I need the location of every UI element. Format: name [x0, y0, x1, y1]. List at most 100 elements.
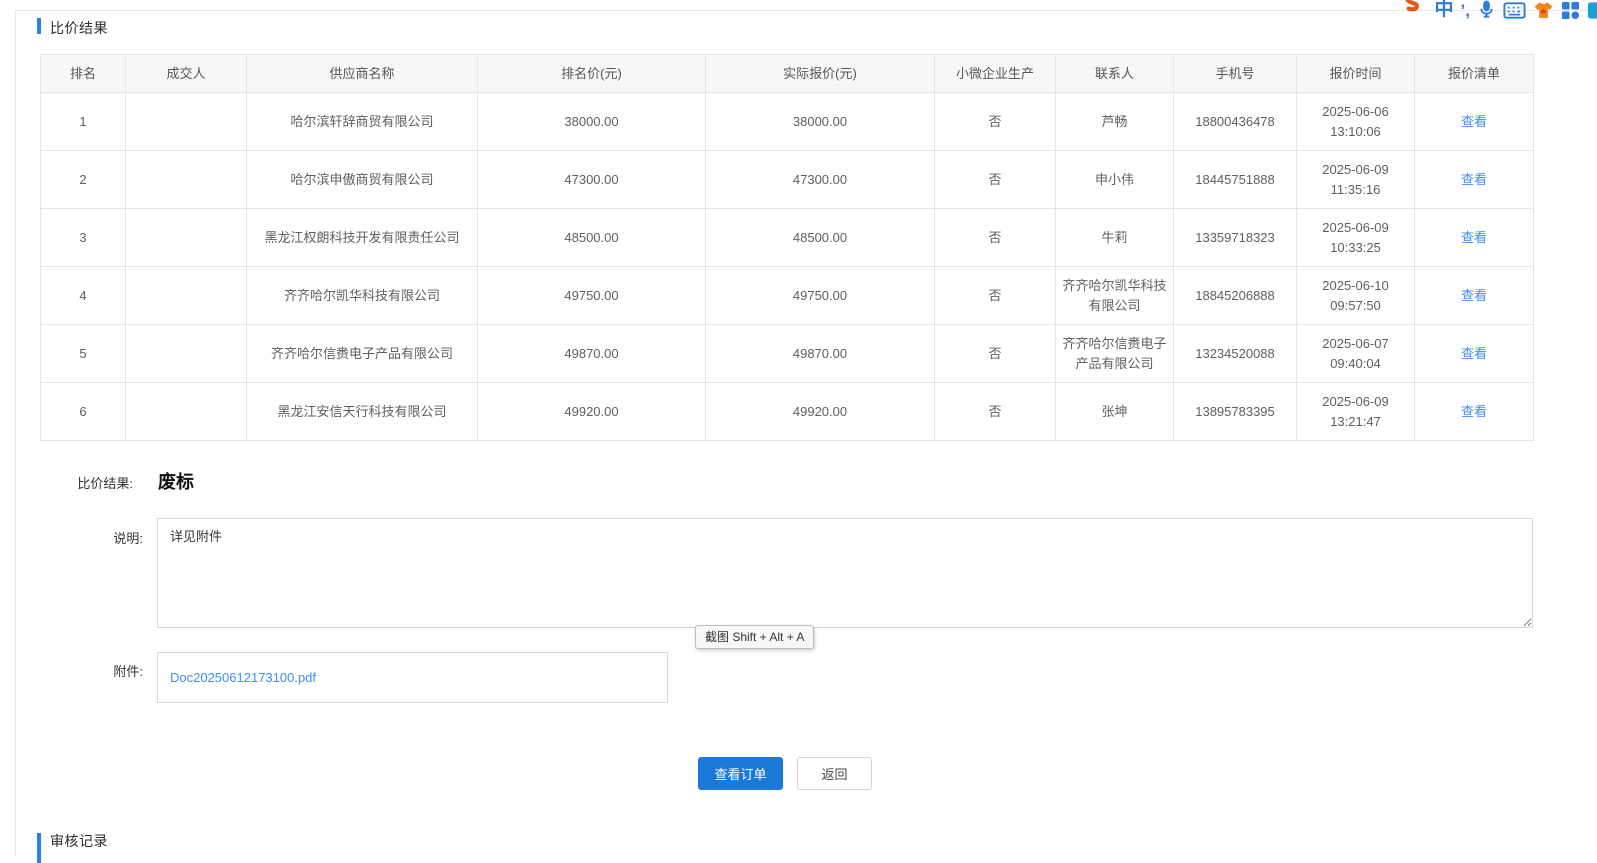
view-quote-link[interactable]: 查看 [1461, 172, 1487, 187]
toolbox-grid-icon[interactable] [1561, 1, 1580, 20]
col-header-winner: 成交人 [126, 55, 247, 93]
cell-supplier: 黑龙江权朗科技开发有限责任公司 [247, 209, 478, 267]
cell-supplier: 齐齐哈尔信赉电子产品有限公司 [247, 325, 478, 383]
cell-micro: 否 [935, 267, 1056, 325]
keyboard-icon[interactable] [1503, 1, 1526, 20]
view-quote-link[interactable]: 查看 [1461, 346, 1487, 361]
cell-quote-list: 查看 [1415, 93, 1534, 151]
view-order-button[interactable]: 查看订单 [698, 757, 783, 790]
chinese-mode-icon[interactable]: 中 [1435, 0, 1454, 20]
cell-supplier: 哈尔滨轩辞商贸有限公司 [247, 93, 478, 151]
table-row: 6 黑龙江安信天行科技有限公司 49920.00 49920.00 否 张坤 1… [41, 383, 1534, 441]
cell-winner [126, 267, 247, 325]
quote-time: 11:35:16 [1303, 180, 1408, 200]
cell-phone: 18800436478 [1174, 93, 1297, 151]
cell-micro: 否 [935, 151, 1056, 209]
table-row: 3 黑龙江权朗科技开发有限责任公司 48500.00 48500.00 否 牛莉… [41, 209, 1534, 267]
cell-actual-price: 49870.00 [706, 325, 935, 383]
cell-supplier: 哈尔滨申傲商贸有限公司 [247, 151, 478, 209]
cell-actual-price: 49750.00 [706, 267, 935, 325]
note-textarea[interactable]: 详见附件 [157, 518, 1533, 628]
sogou-logo-icon[interactable] [1398, 0, 1428, 20]
cell-winner [126, 383, 247, 441]
cell-actual-price: 48500.00 [706, 209, 935, 267]
cell-phone: 13895783395 [1174, 383, 1297, 441]
microphone-icon[interactable] [1477, 0, 1496, 20]
cell-rank-price: 47300.00 [478, 151, 706, 209]
cell-phone: 18445751888 [1174, 151, 1297, 209]
table-row: 1 哈尔滨轩辞商贸有限公司 38000.00 38000.00 否 芦畅 188… [41, 93, 1534, 151]
cell-quote-list: 查看 [1415, 209, 1534, 267]
col-header-contact: 联系人 [1056, 55, 1174, 93]
view-quote-link[interactable]: 查看 [1461, 114, 1487, 129]
cell-rank-price: 38000.00 [478, 93, 706, 151]
cell-actual-price: 47300.00 [706, 151, 935, 209]
cell-quote-time: 2025-06-0613:10:06 [1297, 93, 1415, 151]
quote-time: 13:10:06 [1303, 122, 1408, 142]
cell-winner [126, 325, 247, 383]
quote-time: 10:33:25 [1303, 238, 1408, 258]
screenshot-hotkey-tooltip: 截图 Shift + Alt + A [695, 625, 814, 649]
cell-quote-list: 查看 [1415, 151, 1534, 209]
quote-date: 2025-06-07 [1303, 334, 1408, 354]
panel-top-border [15, 10, 1597, 11]
table-header-row: 排名 成交人 供应商名称 排名价(元) 实际报价(元) 小微企业生产 联系人 手… [41, 55, 1534, 93]
cell-quote-time: 2025-06-1009:57:50 [1297, 267, 1415, 325]
cell-micro: 否 [935, 93, 1056, 151]
ime-toolbar: 中 ’, [1398, 0, 1595, 20]
section-accent-bar [37, 18, 41, 34]
view-quote-link[interactable]: 查看 [1461, 288, 1487, 303]
col-header-rank-price: 排名价(元) [478, 55, 706, 93]
cell-supplier: 黑龙江安信天行科技有限公司 [247, 383, 478, 441]
result-label: 比价结果: [61, 473, 133, 492]
table-row: 5 齐齐哈尔信赉电子产品有限公司 49870.00 49870.00 否 齐齐哈… [41, 325, 1534, 383]
cell-phone: 18845206888 [1174, 267, 1297, 325]
cell-rank: 1 [41, 93, 126, 151]
cell-actual-price: 49920.00 [706, 383, 935, 441]
col-header-supplier: 供应商名称 [247, 55, 478, 93]
back-button[interactable]: 返回 [797, 757, 872, 790]
quote-date: 2025-06-06 [1303, 102, 1408, 122]
cell-phone: 13234520088 [1174, 325, 1297, 383]
punctuation-icon[interactable]: ’, [1461, 1, 1470, 20]
cell-rank: 6 [41, 383, 126, 441]
attachment-file-link[interactable]: Doc20250612173100.pdf [170, 670, 316, 685]
cell-contact: 牛莉 [1056, 209, 1174, 267]
cell-actual-price: 38000.00 [706, 93, 935, 151]
cell-contact: 申小伟 [1056, 151, 1174, 209]
cell-micro: 否 [935, 325, 1056, 383]
cell-quote-list: 查看 [1415, 383, 1534, 441]
cell-rank: 2 [41, 151, 126, 209]
attachment-box: Doc20250612173100.pdf [157, 652, 668, 703]
cell-micro: 否 [935, 383, 1056, 441]
cell-contact: 芦畅 [1056, 93, 1174, 151]
panel-left-border [15, 10, 16, 857]
cell-rank-price: 49920.00 [478, 383, 706, 441]
cell-quote-time: 2025-06-0911:35:16 [1297, 151, 1415, 209]
col-header-quote-list: 报价清单 [1415, 55, 1534, 93]
col-header-phone: 手机号 [1174, 55, 1297, 93]
partial-edge-icon[interactable] [1587, 1, 1597, 20]
result-value: 废标 [158, 468, 194, 494]
cell-quote-time: 2025-06-0709:40:04 [1297, 325, 1415, 383]
cell-phone: 13359718323 [1174, 209, 1297, 267]
quote-time: 13:21:47 [1303, 412, 1408, 432]
attachment-label: 附件: [90, 661, 143, 680]
note-label: 说明: [90, 528, 143, 547]
cell-quote-time: 2025-06-0910:33:25 [1297, 209, 1415, 267]
cell-rank-price: 49750.00 [478, 267, 706, 325]
cell-quote-list: 查看 [1415, 325, 1534, 383]
cell-quote-list: 查看 [1415, 267, 1534, 325]
quote-date: 2025-06-09 [1303, 160, 1408, 180]
view-quote-link[interactable]: 查看 [1461, 404, 1487, 419]
skin-icon[interactable] [1533, 0, 1554, 20]
view-quote-link[interactable]: 查看 [1461, 230, 1487, 245]
cell-micro: 否 [935, 209, 1056, 267]
cell-contact: 齐齐哈尔凯华科技有限公司 [1056, 267, 1174, 325]
cell-winner [126, 209, 247, 267]
cell-supplier: 齐齐哈尔凯华科技有限公司 [247, 267, 478, 325]
audit-record-section-title: 审核记录 [50, 831, 108, 851]
cell-contact: 齐齐哈尔信赉电子产品有限公司 [1056, 325, 1174, 383]
quote-time: 09:40:04 [1303, 354, 1408, 374]
cell-rank-price: 48500.00 [478, 209, 706, 267]
